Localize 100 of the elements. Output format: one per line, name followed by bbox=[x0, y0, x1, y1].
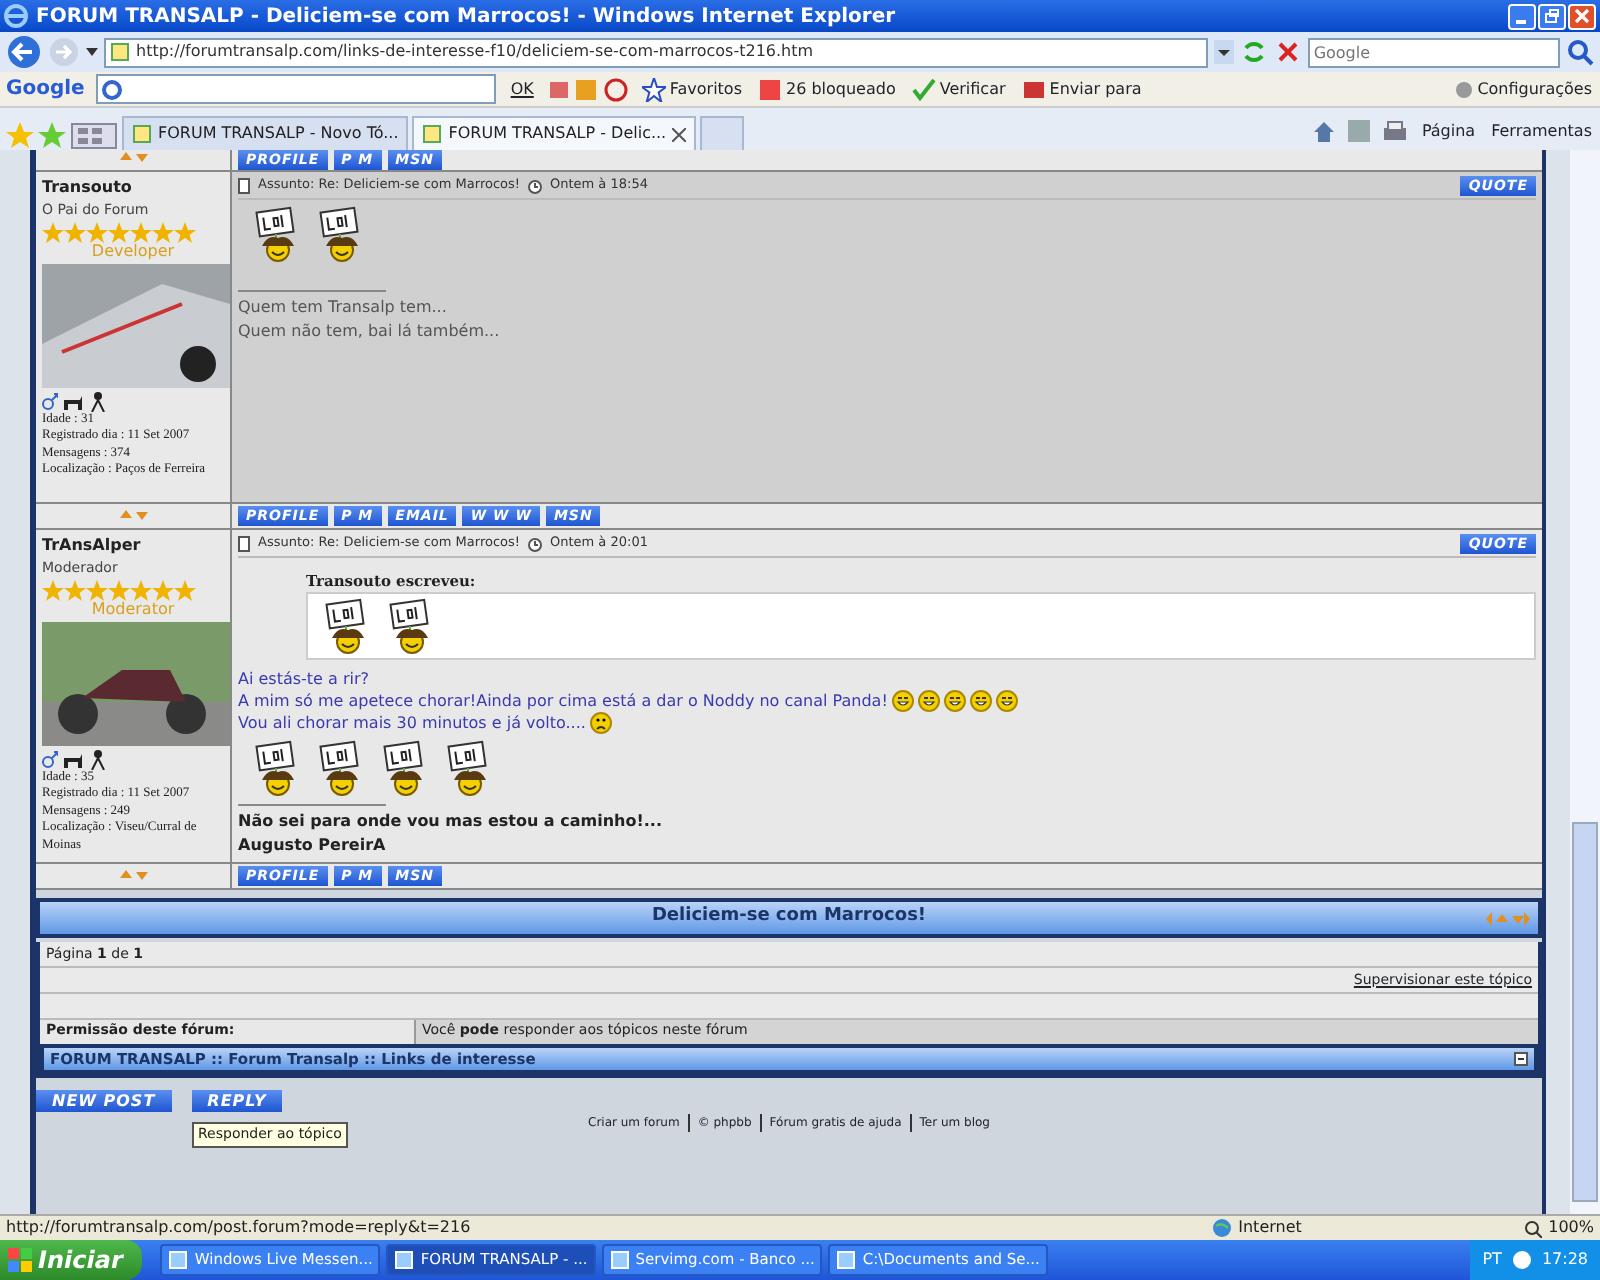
scrollbar-thumb[interactable] bbox=[1572, 822, 1598, 1202]
tab-grid-icon[interactable] bbox=[70, 122, 118, 150]
clock-icon bbox=[528, 537, 542, 551]
up-down-arrows-icon[interactable] bbox=[119, 508, 147, 522]
star-icon bbox=[130, 221, 152, 243]
windows-logo-icon bbox=[8, 1248, 32, 1272]
sign-smiley-icon bbox=[388, 598, 432, 654]
male-sign-icon bbox=[42, 391, 58, 411]
toolbar-button[interactable]: 26 bloqueado bbox=[755, 75, 898, 103]
post-action-button[interactable]: NEW POST bbox=[36, 1090, 172, 1112]
author-name[interactable]: Transouto bbox=[42, 176, 224, 200]
animal-icon bbox=[62, 391, 84, 411]
rank-label: Developer bbox=[89, 243, 177, 259]
collapse-icon[interactable] bbox=[1514, 1052, 1528, 1066]
window-title: FORUM TRANSALP - Deliciem-se com Marrocos! - Windows Internet Explorer bbox=[36, 3, 896, 31]
grin-smiley-icon bbox=[969, 690, 992, 712]
settings-button[interactable]: Configurações bbox=[1451, 75, 1594, 103]
window-icon bbox=[168, 1250, 189, 1270]
post-text: Ai estás-te a rir? bbox=[238, 668, 370, 690]
status-url: http://forumtransalp.com/post.forum?mode=reply&t=216 bbox=[6, 1216, 471, 1240]
restore-icon bbox=[1544, 8, 1560, 24]
star-icon bbox=[86, 579, 108, 601]
page-icon bbox=[422, 124, 443, 144]
signature-text: Quem não tem, bai lá também... bbox=[238, 320, 500, 344]
browser-tab[interactable]: FORUM TRANSALP - Delic... bbox=[412, 116, 697, 150]
close-button[interactable] bbox=[1568, 3, 1596, 29]
browser-tab[interactable]: FORUM TRANSALP - Novo Tó... bbox=[122, 116, 409, 150]
clock-icon bbox=[528, 179, 542, 193]
toolbar-tools-icon[interactable] bbox=[547, 77, 628, 101]
sign-smiley-icon bbox=[254, 206, 298, 262]
stop-icon[interactable] bbox=[1273, 38, 1302, 66]
up-down-arrows-icon[interactable] bbox=[119, 150, 147, 164]
sign-smiley-icon bbox=[318, 206, 362, 262]
star-icon bbox=[108, 221, 130, 243]
toolbar-button[interactable]: Favoritos bbox=[639, 75, 744, 103]
window-icon bbox=[609, 1250, 630, 1270]
grin-smiley-icon bbox=[917, 690, 940, 712]
window-icon bbox=[394, 1250, 415, 1270]
sign-smiley-icon bbox=[254, 740, 298, 796]
up-down-arrows-icon[interactable] bbox=[119, 868, 147, 882]
post-text: A mim só me apetece chorar!Ainda por cima está a dar o Noddy no canal Panda! bbox=[238, 690, 888, 712]
author-name[interactable]: TrAnsAlper bbox=[42, 534, 224, 558]
grin-smiley-icon bbox=[995, 690, 1018, 712]
grin-smiley-icon bbox=[891, 690, 914, 712]
sign-smiley-icon bbox=[382, 740, 426, 796]
star-icon bbox=[42, 221, 64, 243]
figure-icon bbox=[88, 749, 108, 769]
sign-smiley-icon bbox=[318, 740, 362, 796]
star-icon bbox=[152, 221, 174, 243]
document-icon bbox=[238, 536, 250, 552]
restore-button[interactable] bbox=[1538, 3, 1566, 29]
signature-text: Augusto PereirA bbox=[238, 834, 386, 858]
star-icon bbox=[64, 221, 86, 243]
zoom-level[interactable]: 100% bbox=[1548, 1216, 1594, 1240]
menu-button[interactable]: Página bbox=[1419, 117, 1478, 145]
printer-icon[interactable] bbox=[1381, 119, 1408, 143]
male-sign-icon bbox=[42, 749, 58, 769]
address-field[interactable]: http://forumtransalp.com/links-de-interesse-f10/deliciem-se-com-marrocos-t216.htm bbox=[104, 37, 1208, 67]
sign-smiley-icon bbox=[324, 598, 368, 654]
topic-title: Deliciem-se com Marrocos! bbox=[651, 904, 927, 931]
star-icon bbox=[174, 221, 196, 243]
signature-text: Não sei para onde vou mas estou a caminho!... bbox=[238, 810, 662, 834]
signature-text: Quem tem Transalp tem... bbox=[238, 296, 447, 320]
zoom-icon bbox=[1524, 1219, 1543, 1237]
favorites-star-icon[interactable] bbox=[6, 122, 34, 150]
post-text: Vou ali chorar mais 30 minutos e já volto.... bbox=[238, 712, 586, 734]
minimize-button[interactable] bbox=[1508, 3, 1536, 29]
sad-smiley-icon bbox=[589, 712, 612, 734]
toolbar-button[interactable]: Enviar para bbox=[1019, 75, 1144, 103]
page-icon bbox=[110, 42, 130, 62]
home-icon[interactable] bbox=[1311, 119, 1336, 143]
star-icon bbox=[174, 579, 196, 601]
add-favorite-icon[interactable] bbox=[38, 122, 66, 150]
star-icon bbox=[108, 579, 130, 601]
document-icon bbox=[238, 178, 250, 194]
star-icon bbox=[641, 77, 666, 101]
zone-label: Internet bbox=[1238, 1216, 1302, 1240]
grin-smiley-icon bbox=[943, 690, 966, 712]
search-icon[interactable] bbox=[1566, 38, 1594, 66]
search-field[interactable] bbox=[96, 74, 497, 104]
close-icon bbox=[1574, 8, 1590, 24]
animal-icon bbox=[62, 749, 84, 769]
window-icon bbox=[836, 1250, 857, 1270]
clock: 17:28 bbox=[1541, 1248, 1588, 1272]
post-action-button[interactable]: REPLY bbox=[191, 1090, 283, 1112]
globe-icon bbox=[1212, 1218, 1233, 1238]
ok-button[interactable]: OK bbox=[508, 75, 536, 103]
back-icon[interactable] bbox=[6, 34, 42, 70]
caret-icon[interactable] bbox=[86, 46, 98, 58]
menu-button[interactable]: Ferramentas bbox=[1489, 117, 1594, 145]
rank-label: Moderator bbox=[89, 601, 177, 617]
star-icon bbox=[130, 579, 152, 601]
search-field[interactable]: Google bbox=[1307, 37, 1560, 67]
toolbar-button[interactable]: Verificar bbox=[909, 75, 1008, 103]
close-icon[interactable] bbox=[672, 127, 687, 141]
figure-icon bbox=[88, 391, 108, 411]
dropdown-icon[interactable] bbox=[1213, 40, 1234, 64]
page-icon bbox=[132, 124, 152, 144]
google-logo: Google bbox=[6, 76, 85, 104]
star-icon bbox=[152, 579, 174, 601]
